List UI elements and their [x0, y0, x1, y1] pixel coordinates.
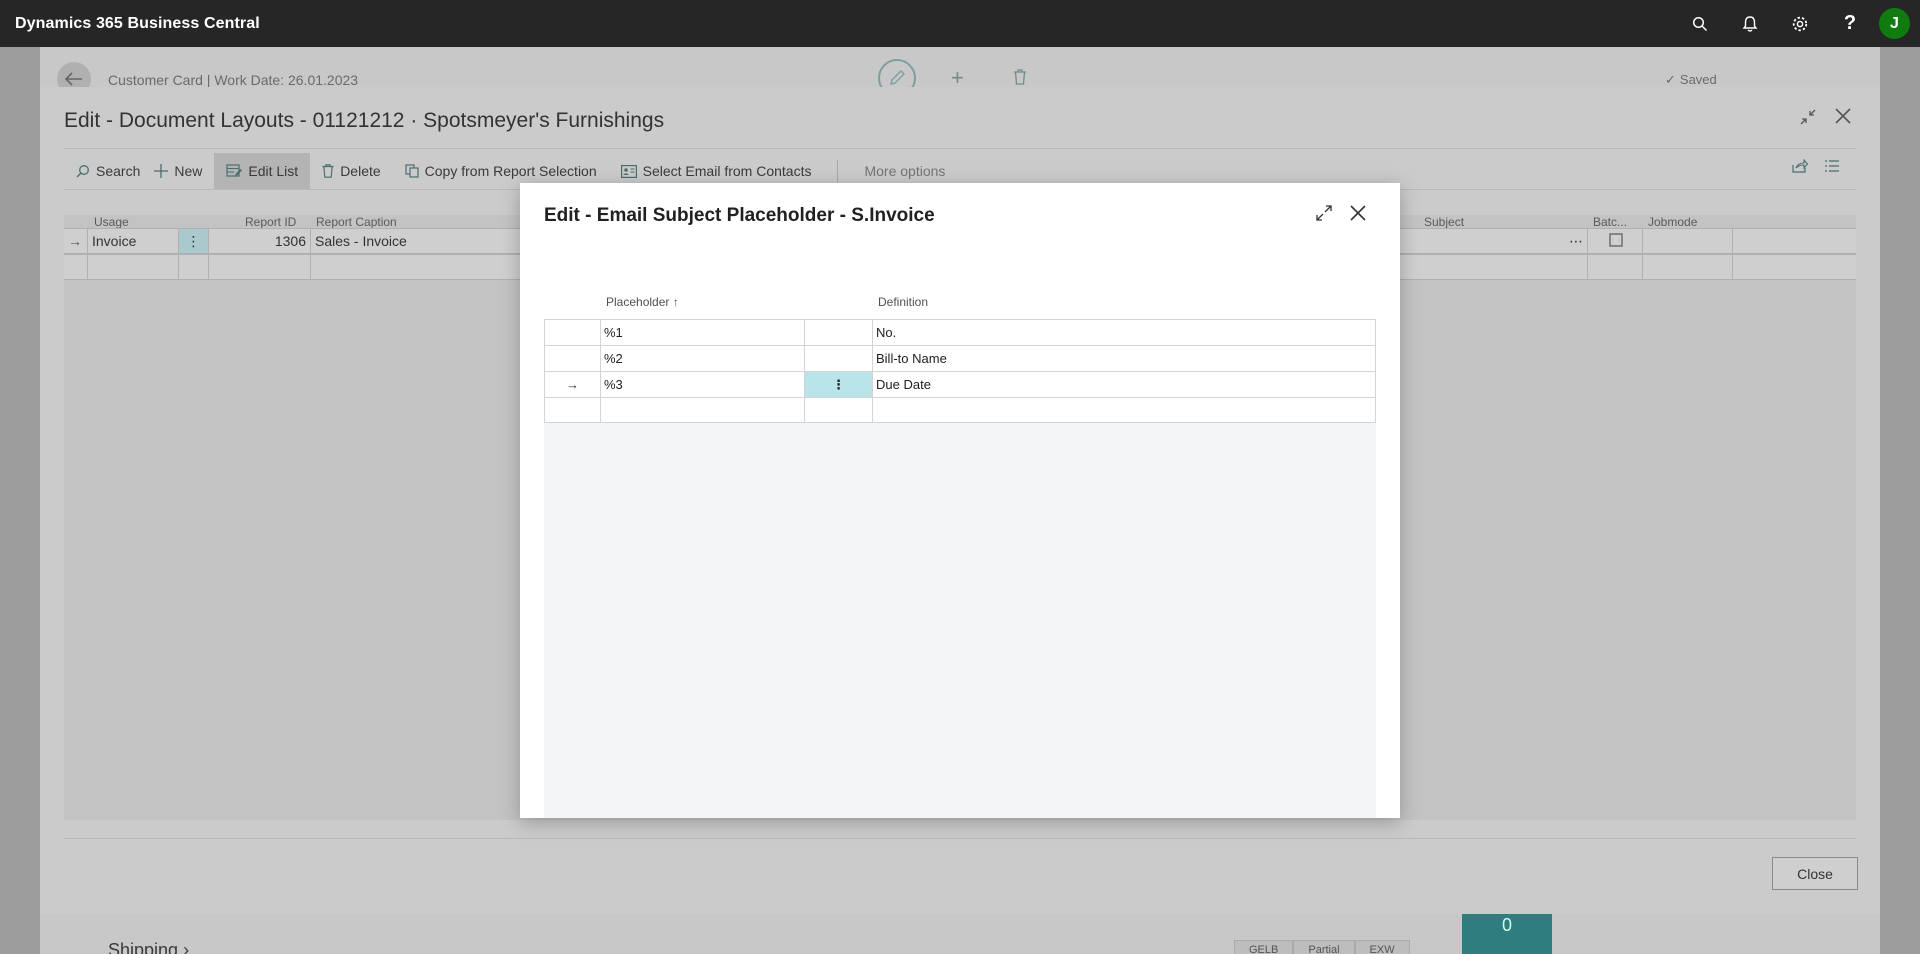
cell-placeholder[interactable] — [600, 398, 804, 423]
notifications-bell-icon[interactable] — [1725, 0, 1775, 47]
search-icon[interactable] — [1675, 0, 1725, 47]
placeholder-grid: Placeholder ↑ Definition %1 No. %2 Bill-… — [544, 287, 1376, 818]
shipping-section-header[interactable]: Shipping › — [108, 940, 189, 954]
pill-exw[interactable]: EXW — [1354, 940, 1410, 954]
copy-icon — [405, 164, 419, 178]
sort-ascending-icon: ↑ — [672, 295, 679, 309]
row-indicator — [64, 255, 88, 279]
search-icon — [76, 164, 90, 178]
expand-icon[interactable] — [1316, 205, 1332, 224]
table-row[interactable] — [544, 397, 1376, 423]
cell-actions — [804, 398, 872, 423]
column-header-jobmode[interactable]: Jobmode — [1648, 215, 1697, 229]
close-button[interactable]: Close — [1772, 857, 1858, 890]
delete-button[interactable]: Delete — [310, 153, 392, 189]
close-icon[interactable] — [1349, 204, 1367, 225]
share-icon[interactable] — [1792, 158, 1809, 176]
pill-partial[interactable]: Partial — [1293, 940, 1355, 954]
column-header-batch[interactable]: Batc... — [1593, 215, 1627, 229]
table-row[interactable]: %1 No. — [544, 319, 1376, 345]
cell-usage[interactable] — [88, 255, 179, 279]
cell-actions — [804, 346, 872, 371]
user-avatar[interactable]: J — [1879, 8, 1910, 39]
saved-status: ✓ Saved — [1665, 72, 1717, 87]
cell-batch[interactable] — [1588, 255, 1643, 279]
table-row[interactable]: %2 Bill-to Name — [544, 345, 1376, 371]
pill-gelb[interactable]: GELB — [1234, 940, 1294, 954]
row-indicator-arrow-icon: → — [64, 229, 88, 253]
table-row[interactable]: → %3 ⋮ Due Date — [544, 371, 1376, 397]
help-icon[interactable]: ? — [1825, 0, 1875, 47]
trash-icon — [322, 164, 334, 178]
cell-definition[interactable]: Due Date — [872, 372, 1376, 397]
dialog-title: Edit - Email Subject Placeholder - S.Inv… — [544, 205, 935, 226]
customer-card-breadcrumb: Customer Card | Work Date: 26.01.2023 — [108, 72, 359, 88]
batch-checkbox[interactable] — [1588, 229, 1643, 253]
row-indicator-arrow-icon: → — [544, 372, 600, 397]
cell-actions — [179, 255, 209, 279]
divider — [64, 838, 1856, 839]
cell-jobmode[interactable] — [1643, 229, 1733, 253]
row-indicator — [544, 320, 600, 345]
shipping-options: GELB Partial EXW — [1234, 940, 1410, 954]
divider — [64, 148, 1856, 149]
email-subject-placeholder-dialog: Edit - Email Subject Placeholder - S.Inv… — [520, 183, 1400, 818]
cell-actions — [804, 320, 872, 345]
column-header-subject[interactable]: Subject — [1424, 215, 1464, 229]
cell-placeholder[interactable]: %3 — [600, 372, 804, 397]
cell-empty — [1733, 229, 1856, 253]
cell-definition[interactable]: No. — [872, 320, 1376, 345]
cell-jobmode[interactable] — [1643, 255, 1733, 279]
cue-tile[interactable]: 0 — [1462, 912, 1552, 954]
close-icon[interactable] — [1834, 107, 1852, 128]
cell-definition[interactable] — [872, 398, 1376, 423]
row-actions-ellipsis-icon[interactable]: ⋮ — [179, 229, 209, 253]
column-header-definition[interactable]: Definition — [878, 287, 929, 319]
cell-report-id[interactable] — [209, 255, 311, 279]
toolbar-divider — [837, 160, 839, 182]
contact-card-icon — [620, 164, 637, 178]
search-button[interactable]: Search — [64, 153, 152, 189]
row-indicator — [544, 346, 600, 371]
column-header-report-id[interactable]: Report ID — [245, 215, 296, 229]
settings-gear-icon[interactable] — [1775, 0, 1825, 47]
action-bar-right — [1792, 158, 1840, 176]
cell-usage[interactable]: Invoice — [88, 229, 179, 253]
app-bar: Dynamics 365 Business Central ? J — [0, 0, 1920, 47]
plus-icon — [154, 164, 169, 178]
column-header-usage[interactable]: Usage — [94, 215, 129, 229]
cell-definition[interactable]: Bill-to Name — [872, 346, 1376, 371]
new-button[interactable]: New — [152, 153, 214, 189]
document-layouts-title: Edit - Document Layouts - 01121212 · Spo… — [64, 109, 665, 132]
cell-placeholder[interactable]: %2 — [600, 346, 804, 371]
cell-placeholder[interactable]: %1 — [600, 320, 804, 345]
edit-list-icon — [226, 164, 243, 178]
column-header-report-caption[interactable]: Report Caption — [316, 215, 397, 229]
row-indicator — [544, 398, 600, 423]
app-title[interactable]: Dynamics 365 Business Central — [15, 15, 260, 33]
cell-report-id[interactable]: 1306 — [209, 229, 311, 253]
list-view-icon[interactable] — [1824, 159, 1840, 176]
collapse-icon[interactable] — [1800, 109, 1816, 128]
delete-trash-icon[interactable] — [1013, 69, 1027, 88]
row-actions-ellipsis-icon[interactable]: ⋮ — [804, 372, 872, 397]
edit-list-button[interactable]: Edit List — [214, 153, 311, 189]
column-header-placeholder[interactable]: Placeholder ↑ — [606, 287, 679, 319]
